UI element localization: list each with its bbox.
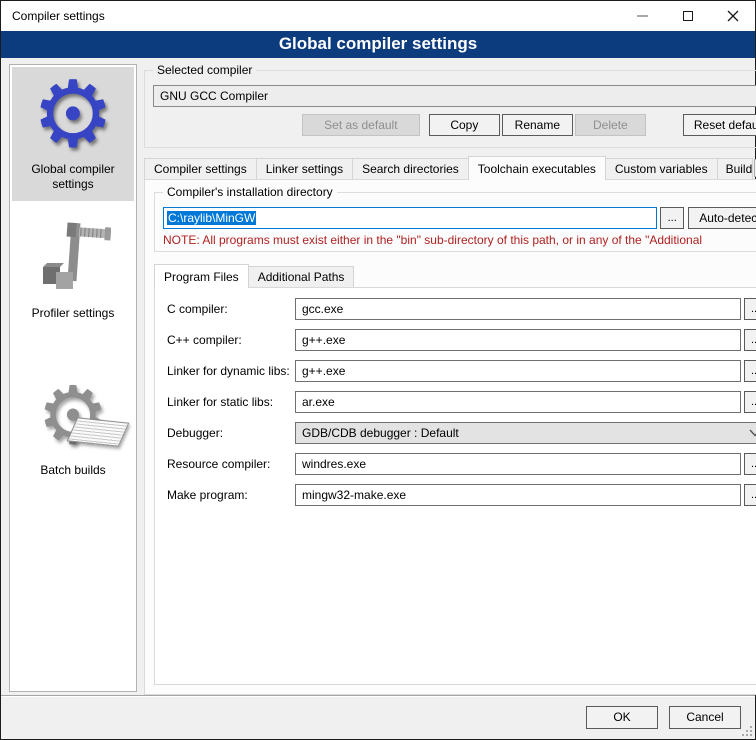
page-title: Global compiler settings <box>1 31 755 58</box>
program-files-tabstrip: Program Files Additional Paths <box>154 264 756 287</box>
settings-category-list: ⚙ Global compiler settings <box>9 64 137 692</box>
browse-resource-compiler-button[interactable]: ... <box>744 453 756 475</box>
minimize-icon <box>637 15 648 17</box>
delete-button[interactable]: Delete <box>575 114 646 136</box>
caliper-icon <box>35 219 111 299</box>
maximize-button[interactable] <box>665 1 710 31</box>
browse-make-program-button[interactable]: ... <box>744 484 756 506</box>
sidebar-item-global-compiler-settings[interactable]: ⚙ Global compiler settings <box>12 67 134 201</box>
paper-stack-icon <box>67 417 130 446</box>
field-row-c-compiler: C compiler: ... <box>167 298 756 320</box>
group-legend: Compiler's installation directory <box>163 185 337 199</box>
selected-compiler-group: Selected compiler GNU GCC Compiler Set a… <box>144 70 756 148</box>
debugger-select-value: GDB/CDB debugger : Default <box>302 426 743 440</box>
tab-search-directories[interactable]: Search directories <box>352 158 469 179</box>
static-linker-input[interactable] <box>295 391 741 413</box>
field-row-static-linker: Linker for static libs: ... <box>167 391 756 413</box>
maximize-icon <box>683 11 693 21</box>
browse-dynamic-linker-button[interactable]: ... <box>744 360 756 382</box>
browse-static-linker-button[interactable]: ... <box>744 391 756 413</box>
blue-gear-icon: ⚙ <box>32 73 114 157</box>
sidebar-item-label: Batch builds <box>14 463 132 478</box>
browse-directory-button[interactable]: ... <box>660 207 684 229</box>
field-label: Linker for dynamic libs: <box>167 364 295 378</box>
field-label: Resource compiler: <box>167 457 295 471</box>
window-title: Compiler settings <box>1 9 620 23</box>
cancel-button[interactable]: Cancel <box>669 706 741 729</box>
copy-button[interactable]: Copy <box>429 114 500 136</box>
close-icon <box>727 10 739 22</box>
field-label: Linker for static libs: <box>167 395 295 409</box>
tab-toolchain-executables[interactable]: Toolchain executables <box>468 156 606 180</box>
installation-directory-value: C:\raylib\MinGW <box>167 211 256 225</box>
tab-compiler-settings[interactable]: Compiler settings <box>144 158 257 179</box>
rename-button[interactable]: Rename <box>502 114 573 136</box>
reset-defaults-button[interactable]: Reset defaults <box>683 114 756 136</box>
sidebar-item-profiler-settings[interactable]: Profiler settings <box>12 211 134 330</box>
minimize-button[interactable] <box>620 1 665 31</box>
sidebar-item-label: Profiler settings <box>14 306 132 321</box>
set-as-default-button[interactable]: Set as default <box>302 114 420 136</box>
field-label: Make program: <box>167 488 295 502</box>
make-program-input[interactable] <box>295 484 741 506</box>
field-label: C compiler: <box>167 302 295 316</box>
tab-program-files[interactable]: Program Files <box>154 264 249 288</box>
installation-note: NOTE: All programs must exist either in … <box>163 233 756 247</box>
compiler-settings-tabstrip: Compiler settings Linker settings Search… <box>144 156 756 179</box>
field-row-debugger: Debugger: GDB/CDB debugger : Default <box>167 422 756 444</box>
toolchain-executables-page: Compiler's installation directory C:\ray… <box>144 179 756 695</box>
compiler-select-value: GNU GCC Compiler <box>160 89 756 103</box>
dialog-footer: OK Cancel <box>1 697 755 737</box>
field-row-cpp-compiler: C++ compiler: ... <box>167 329 756 351</box>
compiler-select[interactable]: GNU GCC Compiler <box>153 85 756 107</box>
field-row-dynamic-linker: Linker for dynamic libs: ... <box>167 360 756 382</box>
close-button[interactable] <box>710 1 755 31</box>
chevron-down-icon <box>749 429 756 437</box>
browse-cpp-compiler-button[interactable]: ... <box>744 329 756 351</box>
browse-c-compiler-button[interactable]: ... <box>744 298 756 320</box>
program-files-page: C compiler: ... C++ compiler: ... Linker… <box>154 287 756 685</box>
group-legend: Selected compiler <box>153 63 256 77</box>
field-row-resource-compiler: Resource compiler: ... <box>167 453 756 475</box>
debugger-select[interactable]: GDB/CDB debugger : Default <box>295 422 756 444</box>
c-compiler-input[interactable] <box>295 298 741 320</box>
cpp-compiler-input[interactable] <box>295 329 741 351</box>
resize-grip[interactable] <box>740 724 753 737</box>
dynamic-linker-input[interactable] <box>295 360 741 382</box>
auto-detect-button[interactable]: Auto-detect <box>688 207 756 229</box>
field-label: C++ compiler: <box>167 333 295 347</box>
tab-build-options[interactable]: Build options <box>717 158 753 179</box>
sidebar-item-batch-builds[interactable]: ⚙ Batch builds <box>12 368 134 487</box>
field-row-make-program: Make program: ... <box>167 484 756 506</box>
field-label: Debugger: <box>167 426 295 440</box>
title-bar: Compiler settings <box>1 1 755 31</box>
tab-linker-settings[interactable]: Linker settings <box>256 158 353 179</box>
installation-directory-input[interactable]: C:\raylib\MinGW <box>163 207 657 229</box>
resource-compiler-input[interactable] <box>295 453 741 475</box>
installation-directory-group: Compiler's installation directory C:\ray… <box>154 192 756 252</box>
ok-button[interactable]: OK <box>586 706 658 729</box>
tab-custom-variables[interactable]: Custom variables <box>605 158 718 179</box>
tab-additional-paths[interactable]: Additional Paths <box>248 266 355 287</box>
